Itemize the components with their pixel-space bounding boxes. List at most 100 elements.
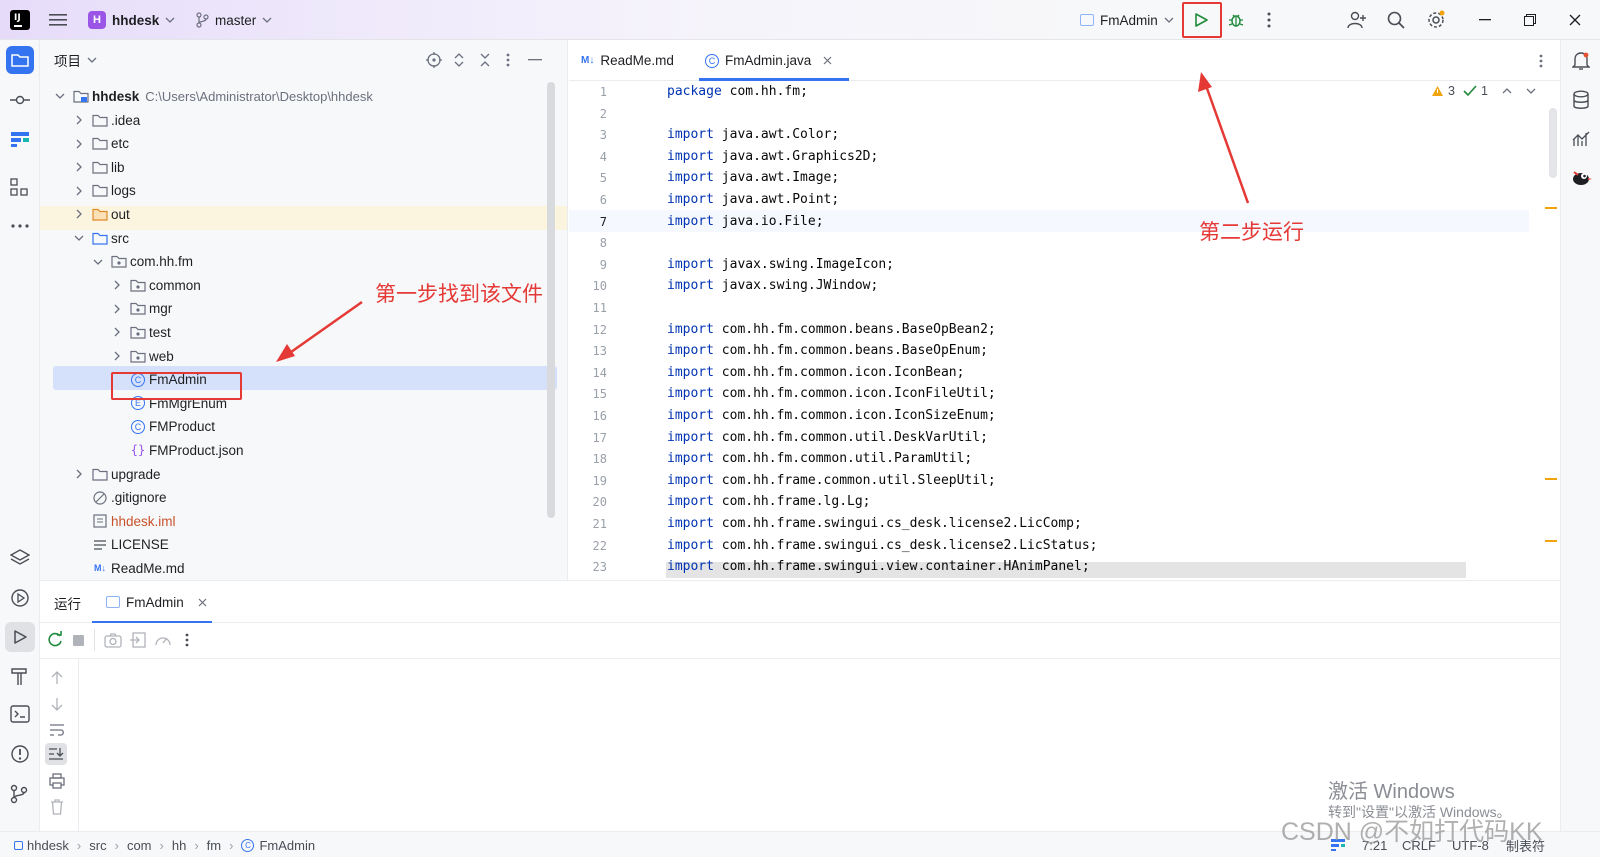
tree-item[interactable]: M↓ ReadMe.md — [40, 556, 556, 580]
code-line[interactable]: 2 — [569, 103, 1560, 125]
chevron-right-icon[interactable] — [72, 137, 86, 151]
arrow-up-icon[interactable] — [51, 671, 63, 685]
crumb-com[interactable]: com — [127, 838, 152, 853]
code-line[interactable]: 1 package com.hh.fm; — [569, 81, 1560, 103]
chevron-right-icon[interactable] — [110, 278, 124, 292]
code-line[interactable]: 15 import com.hh.fm.common.icon.IconFileU… — [569, 383, 1560, 405]
structure-tool-button[interactable] — [10, 130, 30, 148]
print-icon[interactable] — [49, 773, 65, 789]
code-line[interactable]: 10 import javax.swing.JWindow; — [569, 275, 1560, 297]
chevron-right-icon[interactable] — [72, 113, 86, 127]
restore-icon[interactable] — [1515, 5, 1545, 35]
more-actions-icon[interactable] — [1254, 5, 1284, 35]
code-line[interactable]: 21 import com.hh.frame.swingui.cs_desk.li… — [569, 513, 1560, 535]
crumb-src[interactable]: src — [89, 838, 106, 853]
tree-item[interactable]: web — [40, 344, 556, 368]
layers-tool-button[interactable] — [10, 549, 30, 567]
tree-item[interactable]: src — [40, 226, 556, 250]
tree-item[interactable]: {} FMProduct.json — [40, 438, 556, 462]
code-line[interactable]: 9 import javax.swing.ImageIcon; — [569, 254, 1560, 276]
tree-item[interactable]: logs — [40, 179, 556, 203]
hide-panel-icon[interactable] — [528, 59, 542, 61]
debug-button[interactable] — [1221, 5, 1251, 35]
chevron-right-icon[interactable] — [72, 207, 86, 221]
notifications-tool-button[interactable] — [1572, 51, 1590, 71]
warning-marker[interactable] — [1545, 207, 1557, 209]
code-line[interactable]: 3 import java.awt.Color; — [569, 124, 1560, 146]
tree-item[interactable]: hhdesk.iml — [40, 509, 556, 533]
locate-file-icon[interactable] — [426, 52, 442, 68]
problems-tool-button[interactable] — [10, 744, 30, 764]
project-panel-header[interactable]: 项目 — [54, 50, 97, 70]
code-line[interactable]: 16 import com.hh.fm.common.icon.IconSizeE… — [569, 405, 1560, 427]
inspections-widget[interactable]: 3 1 — [1431, 84, 1536, 98]
scroll-to-end-button[interactable] — [45, 743, 67, 765]
tree-item[interactable]: com.hh.fm — [40, 250, 556, 274]
tree-item[interactable]: .gitignore — [40, 486, 556, 510]
warning-marker[interactable] — [1545, 540, 1557, 542]
crumb-project[interactable]: hhdesk — [27, 838, 69, 853]
tree-item[interactable]: out — [40, 202, 556, 226]
profiler-tool-button[interactable] — [1572, 130, 1590, 148]
code-line[interactable]: 22 import com.hh.frame.swingui.cs_desk.li… — [569, 535, 1560, 557]
arrow-down-icon[interactable] — [51, 697, 63, 711]
database-tool-button[interactable] — [1572, 90, 1590, 110]
login-icon[interactable] — [130, 632, 146, 648]
crumb-fm[interactable]: fm — [207, 838, 221, 853]
chevron-down-icon[interactable] — [72, 231, 86, 245]
tree-item[interactable]: C FMProduct — [40, 415, 556, 439]
branch-switcher[interactable]: master — [195, 0, 272, 40]
minimize-icon[interactable] — [1470, 5, 1500, 35]
tree-item[interactable]: etc — [40, 132, 556, 156]
code-line[interactable]: 19 import com.hh.frame.common.util.SleepU… — [569, 470, 1560, 492]
options-icon[interactable] — [506, 52, 510, 68]
plugin-tool-button[interactable] — [1570, 168, 1592, 188]
intellij-logo[interactable]: IJ — [10, 10, 30, 30]
code-line[interactable]: 14 import com.hh.fm.common.icon.IconBean; — [569, 362, 1560, 384]
close-window-icon[interactable] — [1560, 5, 1590, 35]
warning-marker[interactable] — [1545, 478, 1557, 480]
chevron-down-icon[interactable] — [91, 255, 105, 269]
code-line[interactable]: 23 import com.hh.frame.swingui.view.conta… — [569, 556, 1560, 578]
code-line[interactable]: 20 import com.hh.frame.lg.Lg; — [569, 491, 1560, 513]
code-line[interactable]: 17 import com.hh.fm.common.util.DeskVarUt… — [569, 427, 1560, 449]
code-line[interactable]: 13 import com.hh.fm.common.beans.BaseOpEn… — [569, 340, 1560, 362]
code-line[interactable]: 6 import java.awt.Point; — [569, 189, 1560, 211]
more-tools-icon[interactable] — [10, 224, 30, 228]
services-tool-button[interactable] — [10, 588, 30, 608]
chevron-right-icon[interactable] — [110, 325, 124, 339]
tab-options-icon[interactable] — [1539, 53, 1543, 69]
crumb-class[interactable]: FmAdmin — [259, 838, 315, 853]
tree-root-hhdesk[interactable]: hhdesk C:\Users\Administrator\Desktop\hh… — [40, 84, 556, 108]
code-line[interactable]: 4 import java.awt.Graphics2D; — [569, 146, 1560, 168]
code-line[interactable]: 8 — [569, 232, 1560, 254]
add-user-icon[interactable] — [1342, 5, 1372, 35]
chevron-down-icon[interactable] — [1526, 88, 1536, 94]
project-switcher[interactable]: H hhdesk — [88, 0, 175, 40]
chevron-right-icon[interactable] — [110, 349, 124, 363]
close-tab-icon[interactable] — [198, 598, 207, 607]
expand-all-icon[interactable] — [452, 52, 466, 68]
close-tab-icon[interactable] — [823, 56, 832, 65]
chevron-right-icon[interactable] — [72, 184, 86, 198]
tab-readme[interactable]: M↓ ReadMe.md — [569, 40, 704, 81]
settings-gear-icon[interactable] — [1421, 5, 1451, 35]
search-icon[interactable] — [1381, 5, 1411, 35]
more-run-actions-icon[interactable] — [185, 633, 189, 649]
rerun-icon[interactable] — [46, 631, 64, 649]
tree-item[interactable]: test — [40, 320, 556, 344]
plugins-tool-button[interactable] — [10, 178, 28, 196]
code-line[interactable]: 7 import java.io.File; — [569, 211, 1560, 233]
run-tab-fmadmin[interactable]: FmAdmin — [106, 581, 207, 623]
git-tool-button[interactable] — [10, 784, 28, 804]
tree-item[interactable]: .idea — [40, 108, 556, 132]
chevron-up-icon[interactable] — [1502, 88, 1512, 94]
chevron-right-icon[interactable] — [110, 302, 124, 316]
camera-icon[interactable] — [104, 632, 122, 648]
editor-scrollbar[interactable] — [1549, 108, 1557, 178]
crumb-hh[interactable]: hh — [172, 838, 186, 853]
trash-icon[interactable] — [50, 799, 64, 815]
tab-fmadmin[interactable]: C FmAdmin.java — [705, 40, 853, 81]
tree-item[interactable]: upgrade — [40, 462, 556, 486]
code-line[interactable]: 5 import java.awt.Image; — [569, 167, 1560, 189]
